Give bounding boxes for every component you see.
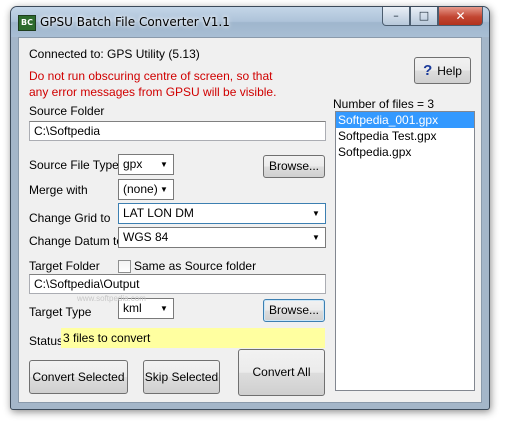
target-type-label: Target Type [29, 305, 92, 319]
warning-line-2: any error messages from GPSU will be vis… [29, 85, 277, 99]
source-file-type-select[interactable]: gpx ▼ [118, 154, 174, 175]
warning-line-1: Do not run obscuring centre of screen, s… [29, 69, 273, 83]
chevron-down-icon: ▼ [160, 304, 168, 313]
help-label: Help [437, 64, 462, 78]
caption-buttons: – □ ✕ [382, 7, 483, 27]
minimize-button[interactable]: – [382, 7, 410, 26]
change-datum-select[interactable]: WGS 84 ▼ [118, 227, 326, 248]
app-icon: BC [18, 15, 36, 31]
same-as-source-label[interactable]: Same as Source folder [134, 259, 256, 273]
client-area: Connected to: GPS Utility (5.13) Do not … [18, 37, 482, 403]
browse-target-button[interactable]: Browse... [263, 299, 325, 322]
chevron-down-icon: ▼ [160, 160, 168, 169]
change-grid-label: Change Grid to [29, 211, 111, 225]
question-icon: ? [423, 62, 433, 79]
skip-selected-button[interactable]: Skip Selected [143, 360, 220, 394]
convert-selected-button[interactable]: Convert Selected [29, 360, 128, 394]
merge-with-select[interactable]: (none) ▼ [118, 179, 174, 200]
status-label: Status [29, 334, 64, 348]
target-folder-input[interactable]: C:\Softpedia\Output [29, 274, 326, 294]
browse-source-button[interactable]: Browse... [263, 155, 325, 178]
watermark-text: www.softpedia.com [77, 294, 146, 303]
merge-with-value: (none) [123, 182, 158, 196]
change-grid-value: LAT LON DM [123, 206, 194, 220]
warning-message: Do not run obscuring centre of screen, s… [29, 68, 276, 100]
target-folder-label: Target Folder [29, 259, 100, 273]
file-list-item[interactable]: Softpedia.gpx [336, 144, 474, 160]
file-count-label: Number of files = 3 [333, 97, 435, 111]
title-bar[interactable]: BC GPSU Batch File Converter V1.1 – □ ✕ [11, 7, 489, 37]
window-title: GPSU Batch File Converter V1.1 [40, 15, 230, 29]
chevron-down-icon: ▼ [312, 209, 320, 218]
status-value: 3 files to convert [61, 328, 325, 348]
chevron-down-icon: ▼ [312, 233, 320, 242]
connection-status: Connected to: GPS Utility (5.13) [29, 47, 200, 61]
app-window: BC GPSU Batch File Converter V1.1 – □ ✕ … [10, 6, 490, 410]
merge-with-label: Merge with [29, 183, 88, 197]
source-folder-input[interactable]: C:\Softpedia [29, 121, 326, 141]
source-file-type-label: Source File Type: [29, 158, 123, 172]
source-folder-label: Source Folder [29, 104, 105, 118]
change-grid-select[interactable]: LAT LON DM ▼ [118, 203, 326, 224]
file-list-item[interactable]: Softpedia Test.gpx [336, 128, 474, 144]
same-as-source-checkbox[interactable] [118, 260, 131, 273]
maximize-button[interactable]: □ [410, 7, 438, 26]
target-type-value: kml [123, 301, 142, 315]
file-list[interactable]: Softpedia_001.gpx Softpedia Test.gpx Sof… [335, 111, 475, 391]
change-datum-label: Change Datum to [29, 234, 124, 248]
file-list-item[interactable]: Softpedia_001.gpx [336, 112, 474, 128]
help-button[interactable]: ? Help [414, 57, 471, 84]
convert-all-button[interactable]: Convert All [238, 349, 325, 396]
close-button[interactable]: ✕ [438, 7, 483, 26]
source-file-type-value: gpx [123, 157, 143, 171]
change-datum-value: WGS 84 [123, 230, 169, 244]
chevron-down-icon: ▼ [160, 185, 168, 194]
